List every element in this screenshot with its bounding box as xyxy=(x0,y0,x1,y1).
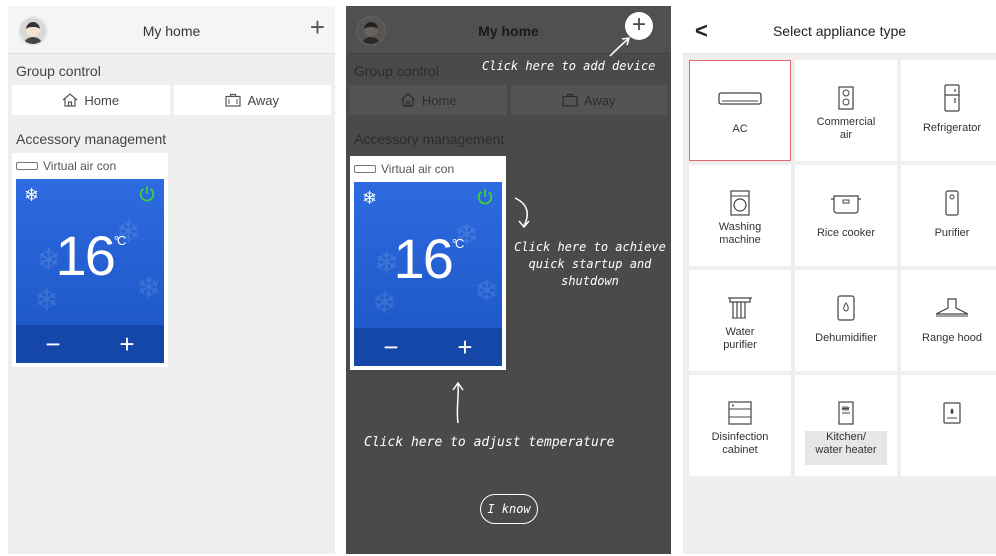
appliance-washing-machine[interactable]: Washing machine xyxy=(689,165,791,266)
kitchen-water-heater-icon xyxy=(838,401,854,425)
add-device-button[interactable]: + xyxy=(310,14,325,40)
house-icon xyxy=(63,93,78,107)
snowflake-icon: ❄ xyxy=(24,185,40,205)
hint-temperature: Click here to adjust temperature xyxy=(364,435,615,450)
washing-machine-icon xyxy=(730,190,750,216)
hint-power: Click here to achieve quick startup and … xyxy=(510,239,670,290)
ac-screen[interactable]: ❄ ❄ ❄ ❄ ❄ 16°C xyxy=(354,182,502,328)
snowflake-icon: ❄ xyxy=(362,188,378,208)
appliance-label: Disinfection cabinet xyxy=(711,431,769,456)
accessory-management-heading: Accessory management xyxy=(16,131,167,147)
refrigerator-icon xyxy=(944,84,960,112)
temperature-display: 16°C xyxy=(16,223,164,288)
appliance-label: Rice cooker xyxy=(816,227,876,239)
page-title: My home xyxy=(142,23,201,39)
device-card-header: Virtual air con xyxy=(16,159,164,173)
group-control-row: Home Away xyxy=(346,85,671,115)
snowflake-bg-icon: ❄ xyxy=(372,287,398,320)
purifier-icon xyxy=(945,190,959,216)
appliance-label: Range hood xyxy=(922,332,982,344)
appliance-label: AC xyxy=(732,123,748,135)
range-hood-icon xyxy=(935,298,969,317)
appliance-range-hood[interactable]: Range hood xyxy=(901,270,996,371)
suitcase-icon xyxy=(225,93,242,107)
group-control-row: Home Away xyxy=(8,85,335,115)
rice-cooker-icon xyxy=(831,195,861,214)
appliance-dehumidifier[interactable]: Dehumidifier xyxy=(795,270,897,371)
suitcase-icon xyxy=(562,93,578,107)
temperature-unit: °C xyxy=(113,233,127,248)
top-bar: < Select appliance type xyxy=(683,6,996,54)
device-name: Virtual air con xyxy=(43,159,117,173)
arrow-icon xyxy=(609,37,631,57)
temperature-value: 16 xyxy=(393,227,454,290)
appliance-ac[interactable]: AC xyxy=(689,60,791,161)
arrow-icon xyxy=(514,197,530,229)
power-icon[interactable] xyxy=(476,188,494,206)
appliance-water-heater[interactable] xyxy=(901,375,996,476)
away-mode-label: Away xyxy=(583,92,616,108)
disinfection-cabinet-icon xyxy=(728,401,752,425)
device-card[interactable]: Virtual air con ❄ ❄ ❄ ❄ ❄ 16°C − + xyxy=(12,153,168,367)
appliance-disinfection-cabinet[interactable]: Disinfection cabinet xyxy=(689,375,791,476)
ac-screen[interactable]: ❄ ❄ ❄ ❄ ❄ 16°C xyxy=(16,179,164,325)
temperature-display: 16°C xyxy=(354,226,502,291)
arrow-icon xyxy=(452,381,464,424)
away-mode-button[interactable]: Away xyxy=(173,85,331,115)
hint-add-device: Click here to add device xyxy=(482,59,656,73)
appliance-kitchen-water-heater[interactable]: Kitchen/water heater xyxy=(795,375,897,476)
increase-temperature-button[interactable]: + xyxy=(119,329,134,360)
water-purifier-icon xyxy=(728,297,752,319)
page-title: Select appliance type xyxy=(772,23,907,39)
decrease-temperature-button[interactable]: − xyxy=(383,332,398,363)
appliance-label: Washing machine xyxy=(718,221,762,246)
appliance-label: Purifier xyxy=(934,227,970,239)
accessory-management-heading: Accessory management xyxy=(354,131,505,147)
appliance-label: Refrigerator xyxy=(922,122,982,134)
home-mode-button: Home xyxy=(350,85,507,115)
appliance-label: Commercial air xyxy=(816,116,876,141)
device-card-highlighted[interactable]: Virtual air con ❄ ❄ ❄ ❄ ❄ 16°C − + xyxy=(350,156,506,370)
home-screen: My home + Group control Home Away Access… xyxy=(8,6,335,554)
select-appliance-screen: < Select appliance type AC Commercial air… xyxy=(683,6,996,554)
appliance-water-purifier[interactable]: Water purifier xyxy=(689,270,791,371)
increase-temperature-button[interactable]: + xyxy=(457,332,472,363)
away-mode-label: Away xyxy=(247,92,280,108)
top-bar: My home + xyxy=(8,6,335,54)
decrease-temperature-button[interactable]: − xyxy=(45,329,60,360)
temperature-unit: °C xyxy=(451,236,465,251)
water-heater-icon xyxy=(943,402,961,424)
snowflake-bg-icon: ❄ xyxy=(34,284,60,317)
appliance-commercial-air[interactable]: Commercial air xyxy=(795,60,897,161)
hint-power-line: shutdown xyxy=(561,274,619,288)
appliance-rice-cooker[interactable]: Rice cooker xyxy=(795,165,897,266)
commercial-air-icon xyxy=(838,86,854,110)
temperature-controls: − + xyxy=(16,325,164,363)
house-icon xyxy=(400,93,416,107)
hint-power-line: quick startup and xyxy=(528,257,652,271)
temperature-controls: − + xyxy=(354,328,502,366)
ac-mini-icon xyxy=(354,165,376,173)
ac-icon xyxy=(718,92,762,105)
hint-power-line: Click here to achieve xyxy=(514,240,666,254)
dehumidifier-icon xyxy=(837,295,855,321)
home-mode-label: Home xyxy=(84,92,120,108)
appliance-refrigerator[interactable]: Refrigerator xyxy=(901,60,996,161)
home-mode-button[interactable]: Home xyxy=(12,85,170,115)
power-icon[interactable] xyxy=(138,185,156,203)
device-card-header: Virtual air con xyxy=(354,162,502,176)
appliance-label: Water purifier xyxy=(723,326,757,351)
tutorial-overlay-screen: My home + Group control Home Away Access… xyxy=(346,6,671,554)
appliance-grid: AC Commercial air Refrigerator Washing mac… xyxy=(689,60,996,476)
temperature-value: 16 xyxy=(55,224,116,287)
device-name: Virtual air con xyxy=(381,162,455,176)
appliance-label: Dehumidifier xyxy=(815,332,877,344)
appliance-purifier[interactable]: Purifier xyxy=(901,165,996,266)
group-control-heading: Group control xyxy=(16,63,101,79)
home-mode-label: Home xyxy=(421,92,457,108)
away-mode-button: Away xyxy=(510,85,667,115)
i-know-button[interactable]: I know xyxy=(480,494,538,524)
ac-mini-icon xyxy=(16,162,38,170)
appliance-label: Kitchen/water heater xyxy=(805,431,887,465)
